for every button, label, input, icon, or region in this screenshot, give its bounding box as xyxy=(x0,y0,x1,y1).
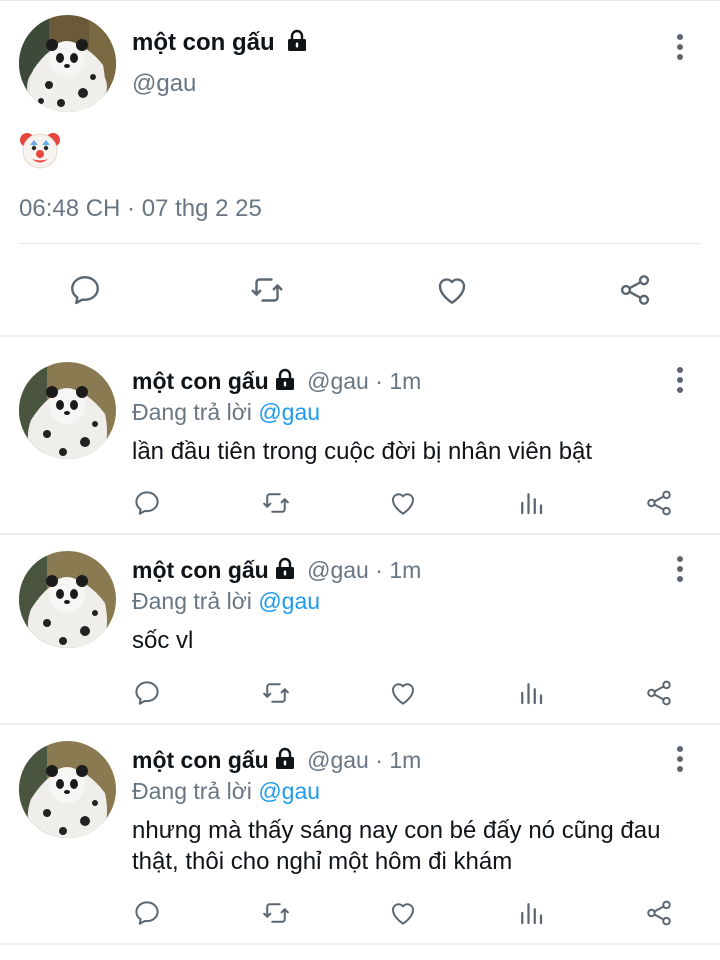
retweet-icon[interactable] xyxy=(249,272,285,308)
tweet-text: nhưng mà thấy sáng nay con bé đấy nó cũn… xyxy=(132,817,661,875)
tweet-time[interactable]: 1m xyxy=(389,368,421,394)
separator: · xyxy=(375,747,383,773)
tweet-time[interactable]: 1m xyxy=(389,557,421,583)
author-handle[interactable]: @gau xyxy=(132,70,196,98)
avatar[interactable] xyxy=(19,741,116,838)
retweet-icon[interactable] xyxy=(261,678,291,708)
views-icon[interactable] xyxy=(516,678,546,708)
separator: · xyxy=(375,368,383,394)
views-icon[interactable] xyxy=(516,488,546,518)
avatar[interactable] xyxy=(19,362,116,459)
replying-prefix: Đang trả lời xyxy=(132,778,252,804)
lock-icon xyxy=(273,747,297,771)
main-tweet: một con gấu @gau 06:48 CH · 07 thg 2 25 xyxy=(0,0,720,337)
tweet-text: sốc vl xyxy=(132,627,194,654)
retweet-icon[interactable] xyxy=(261,488,291,518)
share-icon[interactable] xyxy=(644,488,674,518)
like-icon[interactable] xyxy=(388,898,418,928)
share-icon[interactable] xyxy=(644,898,674,928)
reply-icon[interactable] xyxy=(132,678,162,708)
more-vertical-icon[interactable] xyxy=(672,554,688,584)
avatar[interactable] xyxy=(19,551,116,648)
more-vertical-icon[interactable] xyxy=(672,32,688,62)
reply-icon[interactable] xyxy=(132,488,162,518)
reply-tweet[interactable]: một con gấu @gau · 1m Đang trả lời @gau … xyxy=(0,535,720,725)
separator: · xyxy=(375,557,383,583)
replying-to: Đang trả lời @gau xyxy=(132,777,320,805)
views-icon[interactable] xyxy=(516,898,546,928)
like-icon[interactable] xyxy=(434,272,470,308)
divider xyxy=(0,943,720,945)
reply-header: một con gấu @gau · 1m xyxy=(132,746,421,774)
like-icon[interactable] xyxy=(388,678,418,708)
more-vertical-icon[interactable] xyxy=(672,365,688,395)
replying-prefix: Đang trả lời xyxy=(132,399,252,425)
reply-tweet[interactable]: một con gấu @gau · 1m Đang trả lời @gau … xyxy=(0,725,720,950)
reply-tweet[interactable]: một con gấu @gau · 1m Đang trả lời @gau … xyxy=(0,337,720,535)
reply-icon[interactable] xyxy=(132,898,162,928)
share-icon[interactable] xyxy=(644,678,674,708)
clown-face-icon xyxy=(19,128,61,170)
retweet-icon[interactable] xyxy=(261,898,291,928)
divider xyxy=(19,243,700,244)
mention-link[interactable]: @gau xyxy=(258,399,320,425)
reply-header: một con gấu @gau · 1m xyxy=(132,367,421,395)
reply-header: một con gấu @gau · 1m xyxy=(132,556,421,584)
author-name[interactable]: một con gấu xyxy=(132,29,309,57)
tweet-text: lần đầu tiên trong cuộc đời bị nhân viên… xyxy=(132,438,593,465)
share-icon[interactable] xyxy=(617,272,653,308)
more-vertical-icon[interactable] xyxy=(672,744,688,774)
author-name[interactable]: một con gấu xyxy=(132,368,269,394)
replying-to: Đang trả lời @gau xyxy=(132,587,320,615)
timestamp[interactable]: 06:48 CH · 07 thg 2 25 xyxy=(19,195,262,223)
author-name[interactable]: một con gấu xyxy=(132,557,269,583)
reply-icon[interactable] xyxy=(67,272,103,308)
author-handle[interactable]: @gau xyxy=(307,368,369,394)
mention-link[interactable]: @gau xyxy=(258,778,320,804)
lock-icon xyxy=(273,368,297,392)
like-icon[interactable] xyxy=(388,488,418,518)
avatar[interactable] xyxy=(19,15,116,112)
author-name[interactable]: một con gấu xyxy=(132,747,269,773)
tweet-time[interactable]: 1m xyxy=(389,747,421,773)
author-handle[interactable]: @gau xyxy=(307,557,369,583)
replying-prefix: Đang trả lời xyxy=(132,588,252,614)
lock-icon xyxy=(273,557,297,581)
replying-to: Đang trả lời @gau xyxy=(132,398,320,426)
author-handle[interactable]: @gau xyxy=(307,747,369,773)
divider xyxy=(0,0,720,1)
lock-icon xyxy=(285,29,309,53)
mention-link[interactable]: @gau xyxy=(258,588,320,614)
